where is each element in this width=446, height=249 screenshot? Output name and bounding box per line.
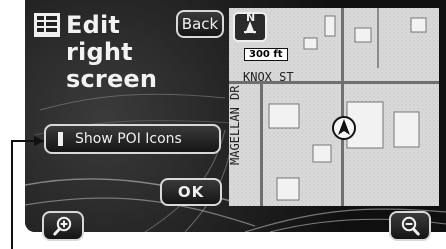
street-label-horizontal: KNOX ST [243,70,294,84]
title-line-3: screen [66,65,158,93]
title-line-1: Edit [66,11,121,39]
back-button-label: Back [181,15,219,33]
vehicle-position-icon [332,116,356,140]
back-button[interactable]: Back [176,10,224,38]
show-poi-icons-button[interactable]: Show POI Icons [44,124,221,154]
ok-button[interactable]: OK [160,178,222,206]
street-label-vertical: MAGELLAN DR [228,85,242,165]
page-title: Edit right screen [66,12,157,93]
zoom-in-button[interactable] [42,211,84,241]
navigation-screen: Edit right screen Back Show POI Icons OK [0,0,446,249]
title-line-2: right [66,38,133,66]
map-scale: 300 ft [244,48,288,61]
zoom-in-icon [53,216,72,236]
show-poi-icons-label: Show POI Icons [75,131,182,147]
zoom-out-button[interactable] [389,211,431,241]
zoom-out-icon [401,216,420,236]
toggle-indicator [58,132,63,146]
north-label: N [246,11,256,24]
ok-button-label: OK [177,183,205,201]
list-icon [34,13,60,37]
